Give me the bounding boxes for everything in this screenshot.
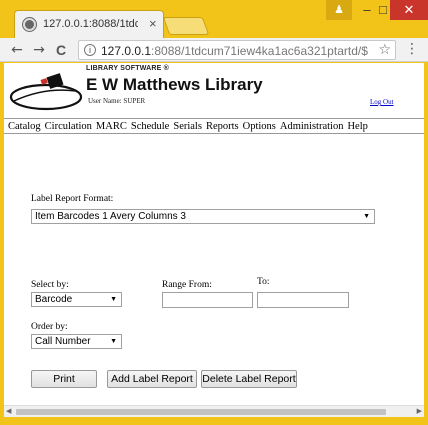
menu-item-reports[interactable]: Reports <box>206 121 239 132</box>
menu-item-administration[interactable]: Administration <box>280 121 344 132</box>
select-by-value: Barcode <box>35 294 73 305</box>
new-tab-button[interactable] <box>162 17 210 35</box>
order-by-value: Call Number <box>35 336 91 347</box>
page-header: LIBRARY SOFTWARE ® E W Matthews Library … <box>4 63 424 118</box>
scrollbar-thumb[interactable] <box>16 409 386 415</box>
range-from-label: Range From: <box>162 280 212 290</box>
menu-item-serials[interactable]: Serials <box>173 121 202 132</box>
dropdown-arrow-icon: ▼ <box>110 296 117 303</box>
url-path: :8088/1tdcum71iew4ka1ac6a321ptartd/$ <box>151 44 368 58</box>
scroll-right-icon[interactable]: ▶ <box>417 407 422 415</box>
bookmark-star-icon[interactable]: ☆ <box>378 42 391 58</box>
forward-arrow-icon[interactable]: → <box>30 41 48 59</box>
menu-item-marc[interactable]: MARC <box>96 121 127 132</box>
browser-toolbar: ← → C i 127.0.0.1:8088/1tdcum71iew4ka1ac… <box>0 38 428 62</box>
browser-tab[interactable]: 127.0.0.1:8088/1tdcum7 × <box>14 10 164 38</box>
print-button[interactable]: Print <box>31 370 97 388</box>
title-bar: 127.0.0.1:8088/1tdcum7 × ♟ – □ ✕ <box>0 0 428 38</box>
url-host: 127.0.0.1 <box>101 44 152 58</box>
logout-link[interactable]: Log Out <box>370 98 394 106</box>
order-by-label: Order by: <box>31 322 68 332</box>
library-name: E W Matthews Library <box>86 75 263 94</box>
menu-item-options[interactable]: Options <box>243 121 276 132</box>
dropdown-arrow-icon: ▼ <box>110 338 117 345</box>
menu-item-circulation[interactable]: Circulation <box>45 121 92 132</box>
horizontal-scrollbar[interactable]: ◀ ▶ <box>4 405 424 417</box>
to-label: To: <box>257 277 270 287</box>
software-brand: LIBRARY SOFTWARE ® <box>86 65 170 72</box>
range-to-input[interactable] <box>257 292 349 308</box>
menu-item-schedule[interactable]: Schedule <box>131 121 170 132</box>
add-label-report-button[interactable]: Add Label Report <box>107 370 197 388</box>
user-name: User Name: SUPER <box>88 97 146 105</box>
range-from-input[interactable] <box>162 292 253 308</box>
main-menu: Catalog Circulation MARC Schedule Serial… <box>4 118 424 134</box>
address-bar[interactable]: i 127.0.0.1:8088/1tdcum71iew4ka1ac6a321p… <box>78 40 396 60</box>
format-select-value: Item Barcodes 1 Avery Columns 3 <box>35 211 186 222</box>
page-viewport: LIBRARY SOFTWARE ® E W Matthews Library … <box>4 63 424 405</box>
close-button[interactable]: ✕ <box>390 0 428 20</box>
info-icon[interactable]: i <box>84 44 96 56</box>
reload-icon[interactable]: C <box>52 41 70 59</box>
dropdown-arrow-icon: ▼ <box>363 213 370 220</box>
tab-title: 127.0.0.1:8088/1tdcum7 <box>43 18 138 30</box>
order-by-select[interactable]: Call Number ▼ <box>31 334 122 349</box>
menu-item-help[interactable]: Help <box>347 121 367 132</box>
format-select[interactable]: Item Barcodes 1 Avery Columns 3 ▼ <box>31 209 375 224</box>
format-label: Label Report Format: <box>31 194 114 204</box>
back-arrow-icon[interactable]: ← <box>8 41 26 59</box>
tab-close-icon[interactable]: × <box>149 16 157 31</box>
user-icon[interactable]: ♟ <box>326 0 352 20</box>
library-logo <box>9 73 83 111</box>
menu-item-catalog[interactable]: Catalog <box>8 121 41 132</box>
scroll-left-icon[interactable]: ◀ <box>6 407 11 415</box>
browser-menu-icon[interactable]: ⋮ <box>405 41 419 57</box>
select-by-label: Select by: <box>31 280 69 290</box>
browser-window: 127.0.0.1:8088/1tdcum7 × ♟ – □ ✕ ← → C i… <box>0 0 428 425</box>
globe-icon <box>23 18 36 31</box>
select-by-select[interactable]: Barcode ▼ <box>31 292 122 307</box>
delete-label-report-button[interactable]: Delete Label Report <box>201 370 297 388</box>
url-text: 127.0.0.1:8088/1tdcum71iew4ka1ac6a321pta… <box>101 44 368 58</box>
